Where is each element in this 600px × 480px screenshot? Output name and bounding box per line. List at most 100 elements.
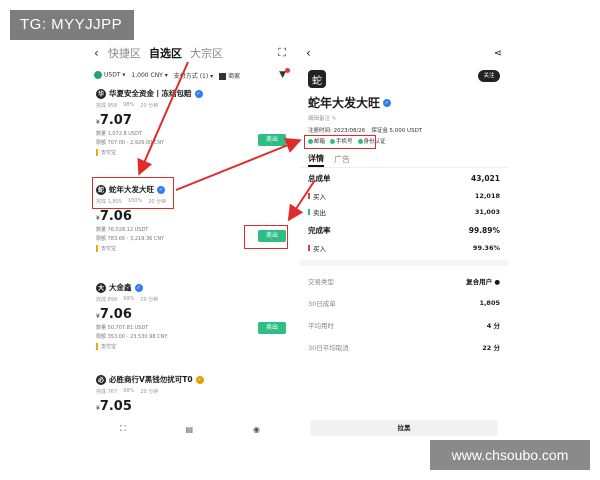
buy-orders-row: 买入 12,018 (300, 188, 508, 204)
info-value: 1,805 (479, 299, 500, 307)
section-divider (300, 260, 508, 266)
merchant-limit: 限额 707.00 - 2,926.00 CNY (96, 140, 165, 146)
sell-orders-row: 卖出 31,003 (300, 204, 508, 220)
back-icon[interactable]: ‹ (94, 46, 108, 60)
registration-highlight-box (304, 135, 376, 149)
merchant-time: 20 分钟 (140, 297, 159, 303)
buy-rate-bar-icon (308, 245, 310, 251)
merchant-quantity: 数量 1,072.8 USDT (96, 131, 143, 137)
sell-bar-icon (308, 209, 310, 215)
tg-badge: TG: MYYJJPP (10, 10, 134, 40)
merchant-payment: 支付宝 (96, 343, 284, 350)
buy-rate-row: 买入 99.36% (300, 240, 508, 256)
total-orders-row: 总成单 43,021 (300, 168, 508, 188)
completion-rate-value: 99.89% (468, 225, 500, 235)
share-icon[interactable]: ⋖ (494, 48, 502, 59)
info-value: 22 分 (482, 344, 500, 352)
merchant-time: 20 分钟 (140, 103, 159, 109)
watermark-badge: www.chsoubo.com (430, 440, 590, 470)
completion-rate-label: 完成率 (308, 225, 331, 235)
edit-note[interactable]: 编辑备注 ✎ (308, 114, 500, 122)
tab-ads[interactable]: 广告 (334, 154, 350, 165)
back-icon[interactable]: ‹ (306, 46, 311, 60)
verified-icon: ✓ (195, 375, 204, 384)
merchant-limit: 限额 353.00 - 23,530.98 CNY (96, 334, 168, 340)
merchant-highlight-box (92, 177, 174, 209)
merchant-card-3[interactable]: 大大金鑫 ✓ 完成 898 99% 20 分钟 ¥7.06 数量 50,707.81 … (90, 278, 290, 370)
merchant-checkbox[interactable]: 商家 (219, 71, 240, 80)
amount-label: 1,000 CNY (131, 71, 163, 79)
merchant-price: 7.06 (99, 307, 132, 322)
buy-label: 买入 (313, 193, 326, 201)
merchant-avatar: 大 (96, 282, 106, 293)
merchant-name: 蛇年大发大旺 (308, 96, 381, 110)
buy-rate-label: 买入 (313, 245, 326, 253)
verified-icon: ✓ (134, 283, 143, 292)
bottom-nav: ⛶ ▤ ◉ (90, 418, 290, 440)
sell-button[interactable]: 卖出 (258, 322, 286, 334)
buy-value: 12,018 (474, 192, 500, 200)
filter-icon[interactable]: ▼ (279, 68, 290, 80)
usdt-icon (94, 71, 102, 79)
tab-bulk[interactable]: 大宗区 (190, 45, 223, 61)
left-phone-screen: ‹ 快捷区 自选区 大宗区 ⛶ USDT ▾ 1,000 CNY ▾ 支付方式 … (90, 40, 290, 440)
merchant-name: 大金鑫 (109, 283, 132, 292)
filter-bar: USDT ▾ 1,000 CNY ▾ 支付方式 (1) ▾ 商家 ▼ (90, 66, 290, 84)
merchant-rate: 99% (123, 296, 135, 302)
merchant-name: 华夏安全资金丨冻结包赔 (109, 89, 192, 98)
info-row: 30日平均取消 22 分 (300, 336, 508, 358)
detail-tabs: 详情 广告 (300, 152, 508, 168)
merchant-payment: 支付宝 (96, 149, 284, 156)
amount-filter[interactable]: 1,000 CNY ▾ (131, 72, 167, 79)
total-orders-label: 总成单 (308, 173, 331, 183)
block-button[interactable]: 拉黑 (310, 420, 498, 436)
sell-highlight-box (244, 225, 288, 249)
verified-icon: ✓ (194, 89, 203, 98)
right-phone-screen: ‹ ⋖ 蛇 关注 蛇年大发大旺 ✓ 编辑备注 ✎ 注册时间: 2023/08/26… (300, 40, 508, 440)
info-value: 复合用户 ● (466, 278, 500, 286)
buy-rate-value: 99.36% (472, 244, 500, 252)
info-row: 平均用时 4 分 (300, 314, 508, 336)
home-icon[interactable]: ⛶ (120, 424, 126, 434)
merchant-quantity: 数量 50,707.81 USDT (96, 325, 149, 331)
merchant-card-4[interactable]: 必必胜商行V黑钱勿扰可T0 ✓ 完成 767 98% 20 分钟 ¥7.05 (90, 370, 290, 416)
detail-nav: ‹ ⋖ (300, 40, 508, 66)
merchant-avatar: 必 (96, 374, 106, 385)
tab-details[interactable]: 详情 (308, 153, 324, 167)
merchant-avatar: 蛇 (308, 70, 326, 88)
payment-filter[interactable]: 支付方式 (1) ▾ (174, 71, 213, 80)
coin-filter[interactable]: USDT ▾ (94, 71, 125, 79)
info-value: 4 分 (486, 322, 500, 330)
merchant-card-1[interactable]: 华华夏安全资金丨冻结包赔 ✓ 完成 958 98% 20 分钟 ¥7.07 数量 1,… (90, 84, 290, 180)
coin-label: USDT (104, 71, 121, 79)
scan-icon[interactable]: ⛶ (278, 46, 286, 60)
sell-button[interactable]: 卖出 (258, 134, 286, 146)
merchant-checkbox-label: 商家 (228, 72, 241, 80)
merchant-time: 20 分钟 (140, 389, 159, 395)
top-nav: ‹ 快捷区 自选区 大宗区 ⛶ (90, 40, 290, 66)
total-orders-value: 43,021 (471, 173, 500, 183)
follow-button[interactable]: 关注 (478, 70, 500, 82)
buy-bar-icon (308, 193, 310, 199)
merchant-orders: 完成 958 (96, 103, 118, 109)
registration-date: 注册时间: 2023/08/26 (308, 128, 366, 134)
screenshot-canvas: TG: MYYJJPP ‹ 快捷区 自选区 大宗区 ⛶ USDT ▾ 1,000… (0, 0, 600, 480)
tab-selected[interactable]: 自选区 (149, 45, 182, 61)
deposit: 保证金 5,000 USDT (371, 128, 423, 134)
sell-value: 31,003 (474, 208, 500, 216)
merchant-rate: 98% (123, 102, 135, 108)
tab-quick[interactable]: 快捷区 (108, 45, 141, 61)
info-label: 交易类型 (308, 278, 334, 286)
info-row: 交易类型 复合用户 ● (300, 270, 508, 292)
info-label: 30日成单 (308, 300, 336, 308)
completion-rate-row: 完成率 99.89% (300, 220, 508, 240)
merchant-orders: 完成 767 (96, 389, 118, 395)
payment-label: 支付方式 (1) (173, 72, 209, 80)
profile-icon[interactable]: ◉ (253, 425, 260, 434)
merchant-name: 必胜商行V黑钱勿扰可T0 (109, 375, 193, 384)
orders-icon[interactable]: ▤ (186, 425, 194, 434)
info-label: 平均用时 (308, 322, 334, 330)
notification-dot (285, 68, 290, 73)
merchant-avatar: 华 (96, 88, 106, 99)
merchant-price: 7.07 (99, 113, 132, 128)
